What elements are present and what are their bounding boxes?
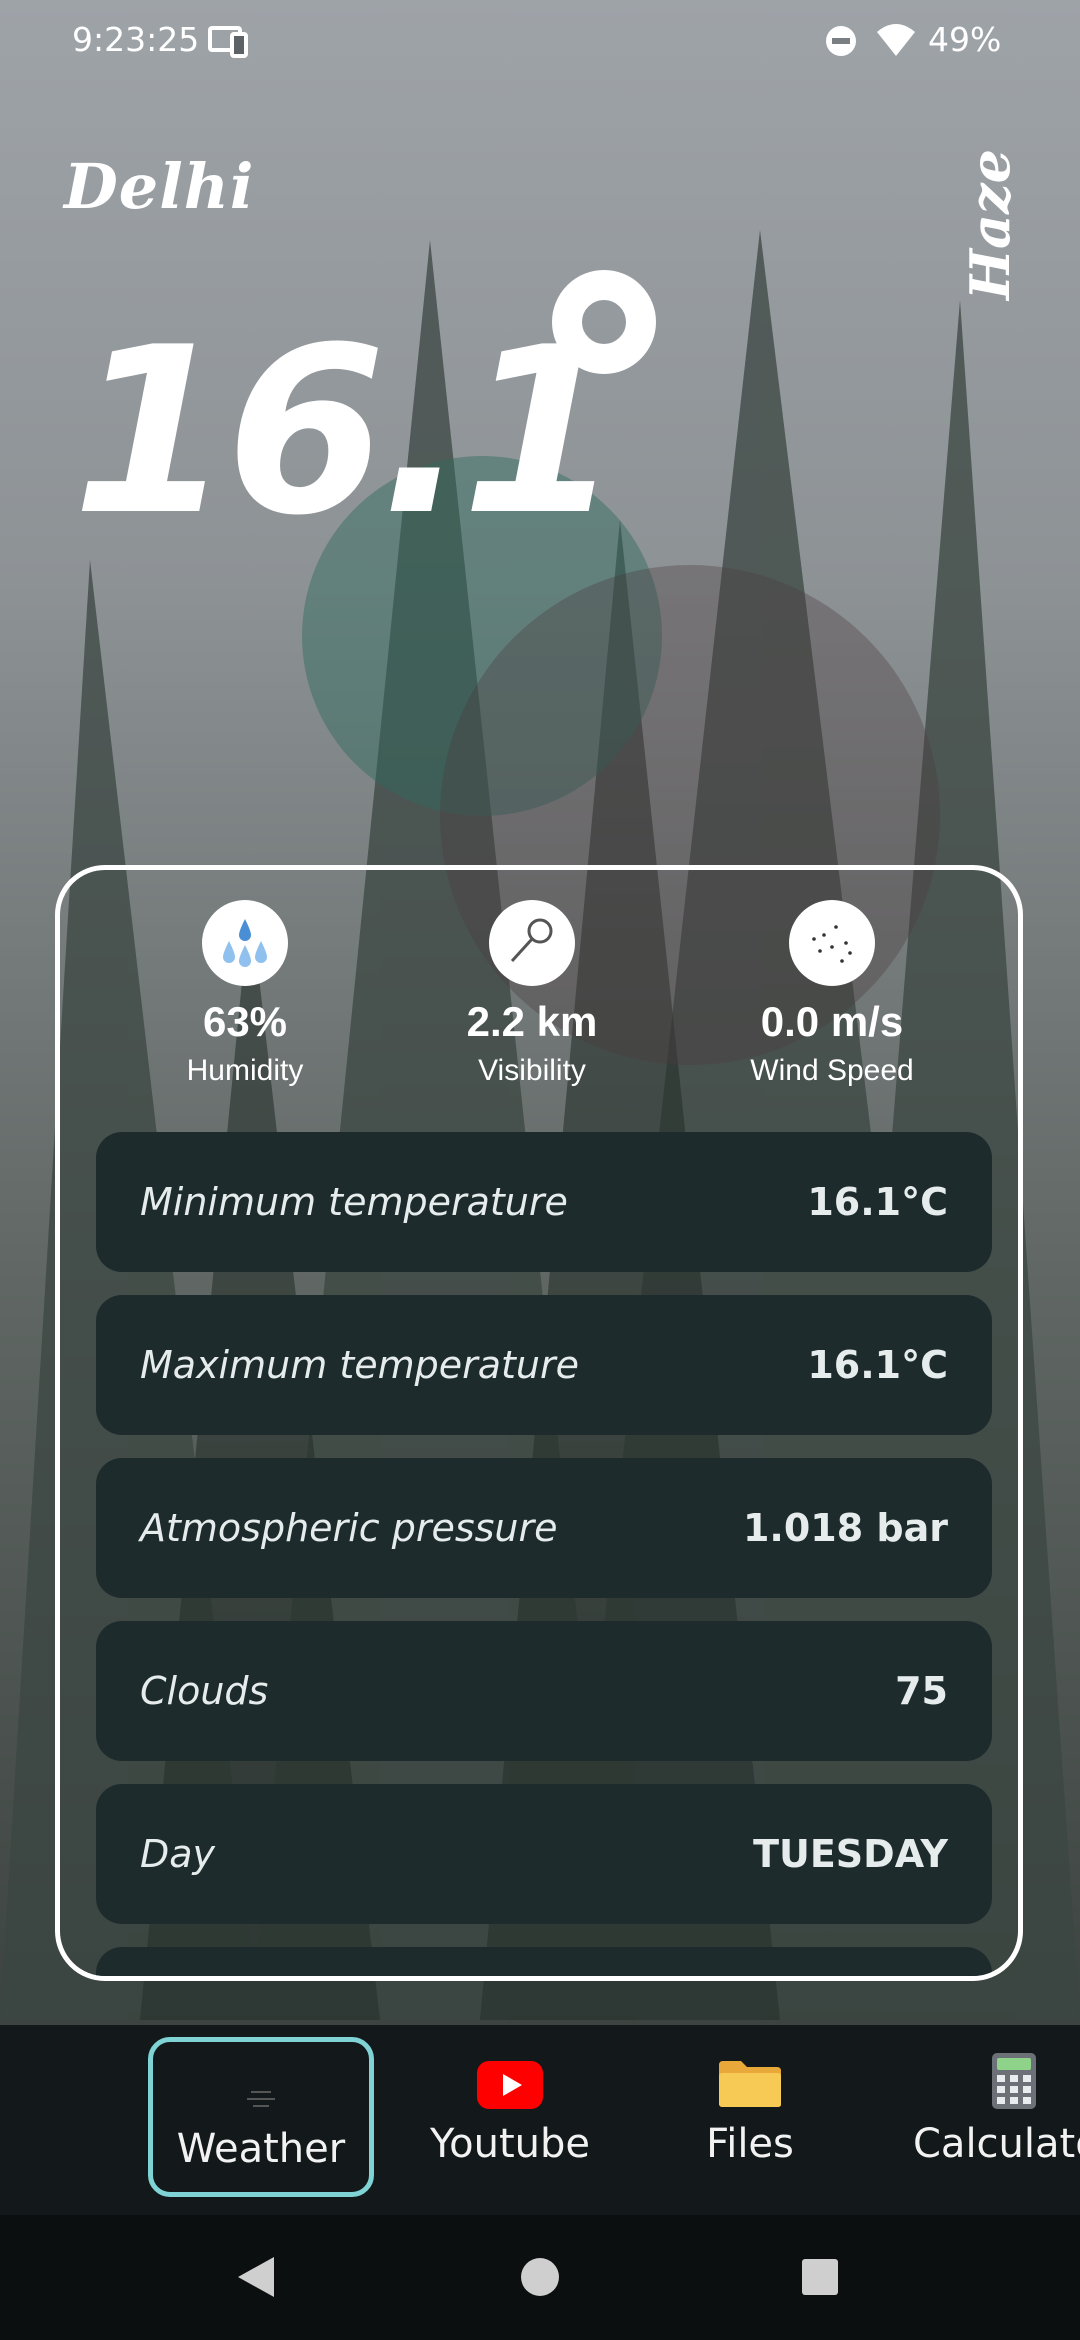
visibility-label: Visibility — [478, 1054, 586, 1087]
detail-row-pressure: Atmospheric pressure 1.018 bar — [96, 1458, 992, 1598]
recents-icon[interactable] — [800, 2255, 840, 2299]
detail-value: 16.1°C — [807, 1180, 948, 1224]
calculator-icon — [910, 2037, 1080, 2109]
detail-row-partial — [96, 1947, 992, 1976]
wind-speed-label: Wind Speed — [750, 1054, 914, 1087]
magnifier-icon — [489, 900, 575, 986]
detail-label: Atmospheric pressure — [140, 1506, 558, 1550]
tab-label: Weather — [176, 2126, 346, 2172]
tab-weather[interactable]: Weather — [148, 2037, 374, 2197]
tab-files[interactable]: Files — [660, 2037, 840, 2197]
tab-label: Files — [706, 2121, 794, 2167]
bottom-tab-bar: Weather Youtube Files Calculat — [0, 2025, 1080, 2215]
detail-row-clouds: Clouds 75 — [96, 1621, 992, 1761]
degree-symbol — [552, 270, 656, 374]
back-icon[interactable] — [236, 2255, 276, 2299]
tab-label: Youtube — [430, 2121, 590, 2167]
humidity-label: Humidity — [186, 1054, 304, 1087]
detail-label: Maximum temperature — [140, 1343, 580, 1387]
visibility-stat: 2.2 km Visibility — [382, 900, 682, 1088]
tab-calculator[interactable]: Calculator — [910, 2037, 1080, 2197]
detail-value: 16.1°C — [807, 1343, 948, 1387]
status-bar: 9:23:25 49% — [0, 0, 1080, 84]
device-icon — [208, 26, 248, 58]
folder-icon — [660, 2037, 840, 2109]
weather-icon — [153, 2042, 369, 2114]
status-time: 9:23:25 — [72, 20, 200, 59]
detail-label: Minimum temperature — [140, 1180, 568, 1224]
tab-label: Calculator — [913, 2121, 1080, 2167]
city-name: Delhi — [64, 150, 255, 223]
detail-label: Day — [140, 1832, 216, 1876]
detail-value: 75 — [895, 1669, 948, 1713]
humidity-value: 63% — [202, 998, 288, 1045]
detail-value: TUESDAY — [753, 1832, 948, 1876]
dnd-icon — [826, 26, 856, 56]
youtube-icon — [420, 2037, 600, 2109]
weather-condition: Haze — [958, 148, 1022, 300]
wind-stat: 0.0 m/s Wind Speed — [682, 900, 982, 1088]
detail-value: 1.018 bar — [742, 1506, 948, 1550]
visibility-value: 2.2 km — [466, 998, 598, 1045]
temperature: 16.1 — [72, 299, 621, 566]
droplets-icon — [202, 900, 288, 986]
detail-row-min-temp: Minimum temperature 16.1°C — [96, 1132, 992, 1272]
detail-row-day: Day TUESDAY — [96, 1784, 992, 1924]
tab-youtube[interactable]: Youtube — [420, 2037, 600, 2197]
wind-speed-value: 0.0 m/s — [760, 998, 904, 1045]
detail-row-max-temp: Maximum temperature 16.1°C — [96, 1295, 992, 1435]
system-nav-bar — [0, 2215, 1080, 2340]
detail-label: Clouds — [140, 1669, 269, 1713]
weather-details-card: 63% Humidity 2.2 km Visibility 0.0 m/s W — [55, 865, 1023, 1981]
battery-level: 49% — [928, 20, 1002, 59]
humidity-stat: 63% Humidity — [95, 900, 395, 1088]
wifi-icon — [877, 24, 915, 56]
wind-dots-icon — [789, 900, 875, 986]
home-icon[interactable] — [520, 2255, 560, 2299]
